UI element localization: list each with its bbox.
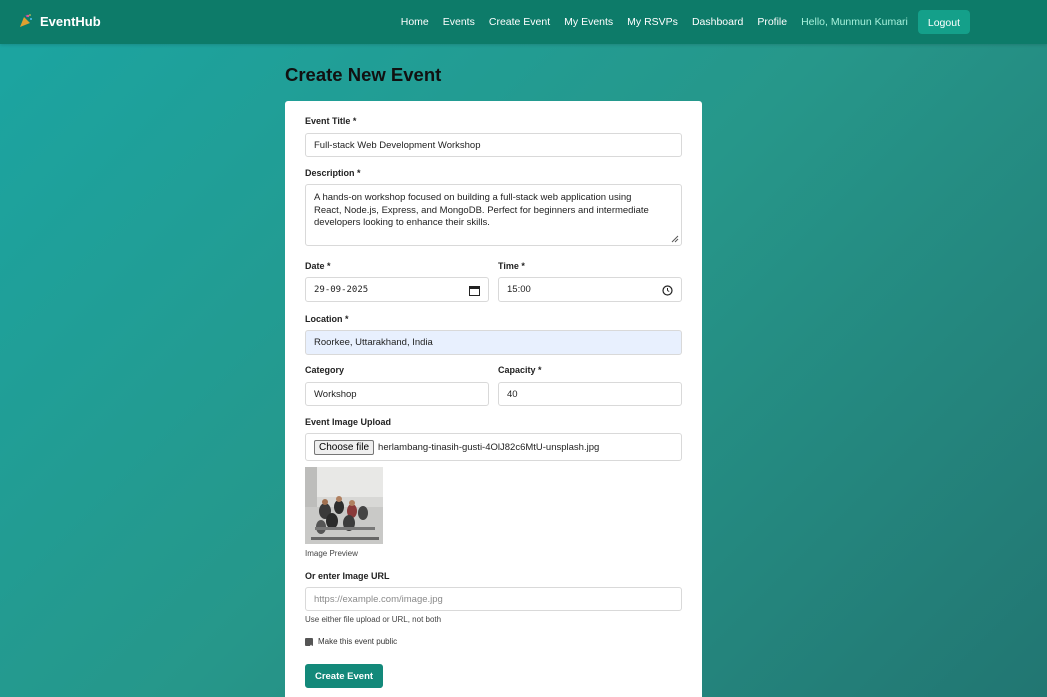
description-textarea[interactable]: A hands-on workshop focused on building …	[305, 184, 682, 246]
page-title: Create New Event	[285, 64, 442, 85]
description-line: developers looking to enhance their skil…	[314, 217, 490, 228]
choose-file-button[interactable]: Choose file	[314, 439, 375, 455]
nav-link-create-event[interactable]: Create Event	[489, 16, 550, 28]
capacity-input-value: 40	[507, 388, 518, 400]
capacity-input[interactable]: 40	[498, 382, 682, 406]
image-preview-caption: Image Preview	[305, 549, 358, 558]
description-line: React, Node.js, Express, and MongoDB. Pe…	[314, 204, 649, 216]
image-url-hint: Use either file upload or URL, not both	[305, 615, 442, 624]
create-event-form: Event Title * Full-stack Web Development…	[285, 101, 702, 697]
image-upload-label: Event Image Upload	[305, 417, 392, 427]
party-popper-icon	[20, 14, 32, 27]
brand[interactable]: EventHub	[18, 13, 101, 29]
image-url-label: Or enter Image URL	[305, 571, 390, 581]
capacity-label: Capacity *	[498, 365, 542, 375]
nav-links: Home Events Create Event My Events My RS…	[387, 0, 1047, 44]
location-input-value: Roorkee, Uttarakhand, India	[314, 337, 433, 348]
title-label: Event Title *	[305, 116, 357, 126]
date-label: Date *	[305, 261, 331, 271]
location-input[interactable]: Roorkee, Uttarakhand, India	[305, 330, 682, 355]
time-input[interactable]: 15:00	[498, 277, 682, 302]
nav-link-dashboard[interactable]: Dashboard	[692, 16, 743, 28]
nav-link-home[interactable]: Home	[401, 16, 429, 28]
checkmark-icon	[306, 644, 312, 650]
image-url-placeholder: https://example.com/image.jpg	[314, 593, 443, 605]
navbar: EventHub Home Events Create Event My Eve…	[0, 0, 1047, 44]
user-greeting: Hello, Munmun Kumari	[801, 16, 908, 28]
date-input[interactable]: 29-09-2025	[305, 277, 489, 302]
title-input-value: Full-stack Web Development Workshop	[314, 139, 481, 151]
resize-handle-icon[interactable]	[671, 235, 679, 243]
category-label: Category	[305, 365, 345, 375]
create-event-button[interactable]: Create Event	[305, 664, 383, 688]
category-input-value: Workshop	[314, 388, 357, 400]
category-input[interactable]: Workshop	[305, 382, 489, 406]
date-input-value: 29-09-2025	[314, 284, 369, 295]
nav-link-my-rsvps[interactable]: My RSVPs	[627, 16, 678, 28]
title-input[interactable]: Full-stack Web Development Workshop	[305, 133, 682, 157]
clock-icon[interactable]	[662, 285, 673, 296]
selected-file-name: herlambang-tinasih-gusti-4OlJ82c6MtU-uns…	[378, 441, 600, 453]
nav-link-events[interactable]: Events	[443, 16, 475, 28]
public-checkbox-label[interactable]: Make this event public	[318, 637, 397, 646]
brand-name: EventHub	[40, 13, 101, 29]
image-preview	[305, 467, 383, 544]
time-input-value: 15:00	[507, 284, 531, 295]
classroom-photo	[305, 467, 383, 544]
nav-link-my-events[interactable]: My Events	[564, 16, 613, 28]
logout-button[interactable]: Logout	[917, 10, 970, 34]
location-label: Location *	[305, 314, 349, 324]
description-label: Description *	[305, 168, 361, 178]
calendar-icon[interactable]	[469, 285, 480, 296]
image-upload-input[interactable]: Choose file herlambang-tinasih-gusti-4Ol…	[305, 433, 682, 461]
public-checkbox[interactable]	[305, 638, 313, 650]
nav-link-profile[interactable]: Profile	[757, 16, 787, 28]
description-line: A hands-on workshop focused on building …	[314, 192, 632, 203]
time-label: Time *	[498, 261, 525, 271]
image-url-input[interactable]: https://example.com/image.jpg	[305, 587, 682, 611]
